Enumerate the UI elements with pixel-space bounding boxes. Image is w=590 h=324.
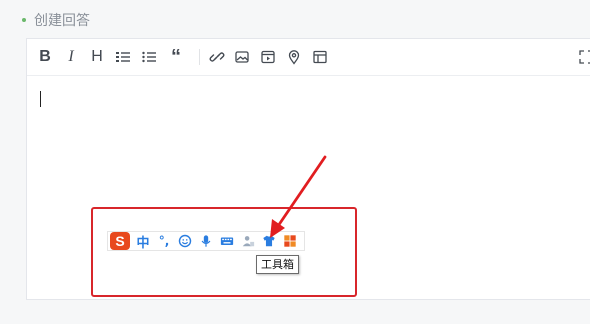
fullscreen-button[interactable]: [576, 47, 590, 67]
location-pin-icon: [288, 50, 300, 65]
toolbar-divider: [199, 49, 200, 65]
sogou-logo-icon[interactable]: S: [110, 232, 130, 250]
emoji-button[interactable]: [176, 232, 194, 250]
bold-button[interactable]: B: [35, 47, 55, 67]
ordered-list-icon: [116, 52, 130, 62]
video-button[interactable]: [258, 47, 278, 67]
bullet-list-icon: [142, 51, 156, 63]
bullet-list-button[interactable]: [139, 47, 159, 67]
link-icon: [209, 52, 225, 62]
heading-button[interactable]: H: [87, 47, 107, 67]
italic-button[interactable]: I: [61, 47, 81, 67]
text-cursor: [40, 91, 41, 107]
heading-icon: H: [91, 48, 103, 65]
ime-status-bar[interactable]: S 中 °,: [107, 231, 305, 251]
toolbox-button[interactable]: [281, 232, 299, 250]
account-button[interactable]: [239, 232, 257, 250]
image-icon: [235, 51, 249, 63]
blockquote-button[interactable]: “: [166, 47, 186, 67]
quote-icon: “: [171, 46, 181, 68]
template-button[interactable]: [310, 47, 330, 67]
layout-icon: [313, 50, 327, 64]
keyboard-icon: [220, 237, 234, 245]
bullet-dot: [22, 18, 26, 22]
user-icon: [242, 236, 255, 247]
section-heading: 创建回答: [22, 10, 90, 30]
editor-toolbar: B I H “: [27, 39, 590, 76]
smiley-icon: [178, 234, 192, 248]
highlight-box: [91, 207, 357, 297]
toolbox-grid-icon: [284, 235, 296, 247]
link-button[interactable]: [207, 47, 227, 67]
page-title: 创建回答: [34, 13, 90, 29]
video-icon: [261, 50, 275, 64]
italic-icon: I: [68, 48, 74, 65]
toolbox-tooltip: 工具箱: [256, 255, 299, 274]
soft-keyboard-button[interactable]: [218, 232, 236, 250]
microphone-icon: [201, 235, 211, 247]
bold-icon: B: [39, 48, 51, 65]
chinese-mode-toggle[interactable]: 中: [134, 232, 152, 251]
fullscreen-icon: [579, 50, 590, 64]
skin-button[interactable]: [260, 232, 278, 250]
image-button[interactable]: [232, 47, 252, 67]
voice-input-button[interactable]: [197, 232, 215, 250]
punctuation-toggle[interactable]: °,: [155, 232, 173, 250]
location-button[interactable]: [284, 47, 304, 67]
ordered-list-button[interactable]: [113, 47, 133, 67]
tshirt-icon: [263, 235, 275, 247]
